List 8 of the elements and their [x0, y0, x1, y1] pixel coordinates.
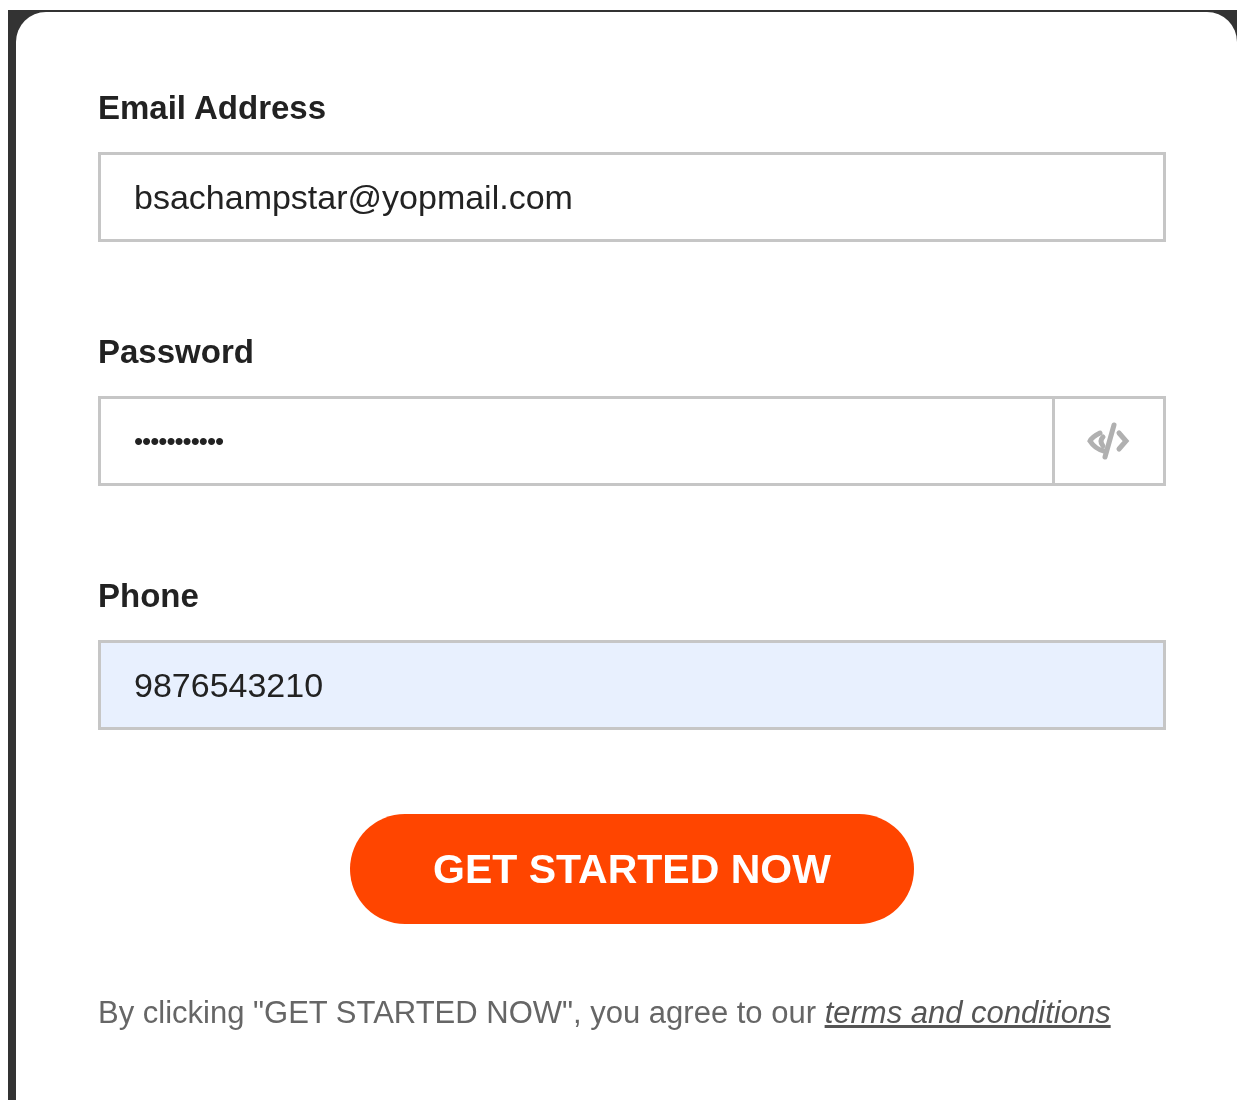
input-field[interactable]: bsachampstar@yopmail.com	[98, 152, 1166, 242]
terms-notice: By clicking "GET STARTED NOW", you agree to our terms and conditions	[98, 994, 1112, 1032]
password-field[interactable]: •••••••••••	[98, 396, 1166, 486]
terms-link[interactable]: terms and conditions	[824, 995, 1111, 1030]
field-label: Email Address	[98, 88, 328, 128]
input-field[interactable]: 9876543210	[98, 640, 1166, 730]
field-label: Phone	[98, 576, 200, 616]
field-label: Password	[98, 332, 255, 372]
